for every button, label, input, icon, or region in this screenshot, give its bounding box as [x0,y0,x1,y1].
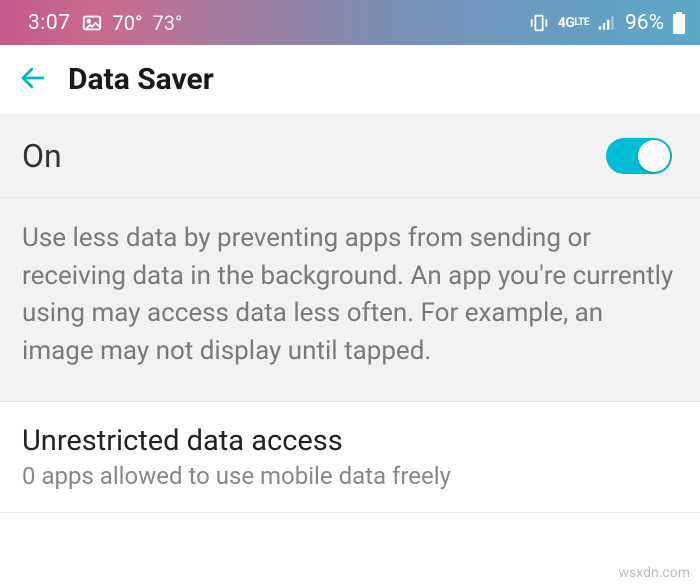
switch-knob [638,140,670,172]
unrestricted-title: Unrestricted data access [22,424,678,458]
network-type-label: 4G [558,15,575,31]
unrestricted-data-access-item[interactable]: Unrestricted data access 0 apps allowed … [0,402,700,513]
vibrate-icon [528,12,550,34]
data-saver-toggle-row[interactable]: On [0,115,700,198]
status-weather: 70° 73° [113,11,183,35]
status-right: 4GLTE 96% [528,11,686,35]
data-saver-switch[interactable] [606,138,672,174]
status-bar: 3:07 70° 73° 4GLTE 96% [0,0,700,45]
unrestricted-subtitle: 0 apps allowed to use mobile data freely [22,462,678,490]
status-left: 3:07 70° 73° [28,11,182,35]
battery-icon [672,12,686,34]
battery-percent: 96% [625,11,664,35]
signal-icon [597,13,617,33]
page-title: Data Saver [68,62,214,97]
temp-secondary: 73° [152,11,182,35]
temp-primary: 70° [113,11,143,35]
back-arrow-icon[interactable] [18,63,48,97]
status-time: 3:07 [28,11,71,35]
image-icon [81,12,103,34]
data-saver-description: Use less data by preventing apps from se… [0,198,700,402]
toggle-state-label: On [22,137,62,175]
network-type-icon: 4GLTE [558,15,589,31]
app-bar: Data Saver [0,45,700,115]
watermark-text: wsxdn.com [619,565,690,581]
